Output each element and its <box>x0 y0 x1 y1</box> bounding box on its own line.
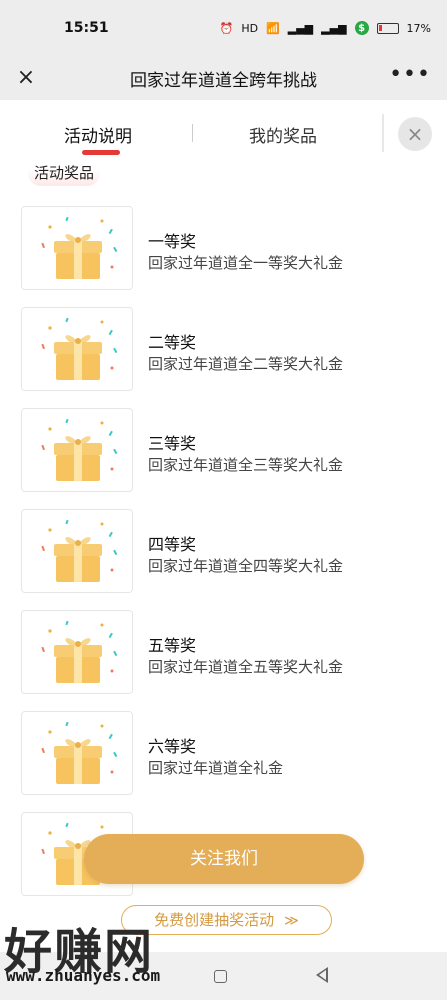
prize-name: 五等奖 <box>148 636 197 655</box>
section-heading: 活动奖品 <box>28 160 101 186</box>
close-icon[interactable]: × <box>12 64 40 92</box>
prize-item: 四等奖回家过年道道全四等奖大礼金 <box>0 509 447 595</box>
prize-name: 二等奖 <box>148 333 197 352</box>
close-icon[interactable]: × <box>398 117 432 151</box>
prize-item: 六等奖回家过年道道全礼金 <box>0 711 447 797</box>
alarm-icon: ⏰ <box>219 21 234 35</box>
gift-icon <box>41 317 118 380</box>
prize-description: 回家过年道道全二等奖大礼金 <box>148 355 344 373</box>
prize-name: 六等奖 <box>148 737 197 756</box>
page-title: 回家过年道道全跨年挑战 <box>130 70 317 91</box>
status-time: 15:51 <box>64 20 109 36</box>
more-icon[interactable]: ••• <box>389 64 431 92</box>
status-bar: 15:51 ⏰ HD 📶 ▂▄▆ ▂▄▆ $ 17% <box>0 0 447 56</box>
prize-description: 回家过年道道全四等奖大礼金 <box>148 557 344 575</box>
gift-icon <box>41 721 118 784</box>
prize-thumbnail <box>21 509 133 593</box>
prize-name: 三等奖 <box>148 434 197 453</box>
follow-button[interactable]: 关注我们 <box>84 834 364 884</box>
double-chevron-icon: ≫ <box>284 913 299 929</box>
prize-description: 回家过年道道全一等奖大礼金 <box>148 254 344 272</box>
gift-icon <box>41 216 118 279</box>
prize-item: 五等奖回家过年道道全五等奖大礼金 <box>0 610 447 696</box>
prize-item: 一等奖回家过年道道全一等奖大礼金 <box>0 206 447 292</box>
active-tab-indicator <box>82 150 120 155</box>
watermark-url: www.zhuanyes.com <box>6 966 161 985</box>
tab-bar: 活动说明 我的奖品 × <box>0 100 447 162</box>
battery-percent: 17% <box>406 21 431 35</box>
wifi-icon: 📶 <box>266 21 280 35</box>
prize-item: 三等奖回家过年道道全三等奖大礼金 <box>0 408 447 494</box>
prize-description: 回家过年道道全五等奖大礼金 <box>148 658 344 676</box>
hd-icon: HD <box>241 21 259 35</box>
gift-icon <box>41 519 118 582</box>
gift-icon <box>41 418 118 481</box>
battery-icon <box>376 22 399 34</box>
tab-divider <box>192 124 193 142</box>
prize-thumbnail <box>21 408 133 492</box>
prize-thumbnail <box>21 206 133 290</box>
status-icons: ⏰ HD 📶 ▂▄▆ ▂▄▆ $ 17% <box>220 21 431 35</box>
back-icon[interactable] <box>316 967 328 983</box>
gift-icon <box>41 620 118 683</box>
tab-activity-description[interactable]: 活动说明 <box>64 122 132 147</box>
prize-name: 一等奖 <box>148 232 197 251</box>
nav-bar: × 回家过年道道全跨年挑战 ••• <box>0 56 447 100</box>
signal-icon: ▂▄▆ <box>287 21 314 35</box>
create-lottery-label: 免费创建抽奖活动 <box>154 911 275 929</box>
prize-thumbnail <box>21 610 133 694</box>
prize-description: 回家过年道道全礼金 <box>148 759 284 777</box>
tab-my-prizes[interactable]: 我的奖品 <box>249 122 317 147</box>
signal-icon: ▂▄▆ <box>321 21 347 35</box>
home-icon[interactable] <box>214 970 227 983</box>
prize-thumbnail <box>21 307 133 391</box>
prize-thumbnail <box>21 711 133 795</box>
prize-item: 二等奖回家过年道道全二等奖大礼金 <box>0 307 447 393</box>
prize-name: 四等奖 <box>148 535 197 554</box>
prize-description: 回家过年道道全三等奖大礼金 <box>148 456 344 474</box>
tab-divider <box>382 114 384 152</box>
dollar-icon: $ <box>354 21 369 35</box>
